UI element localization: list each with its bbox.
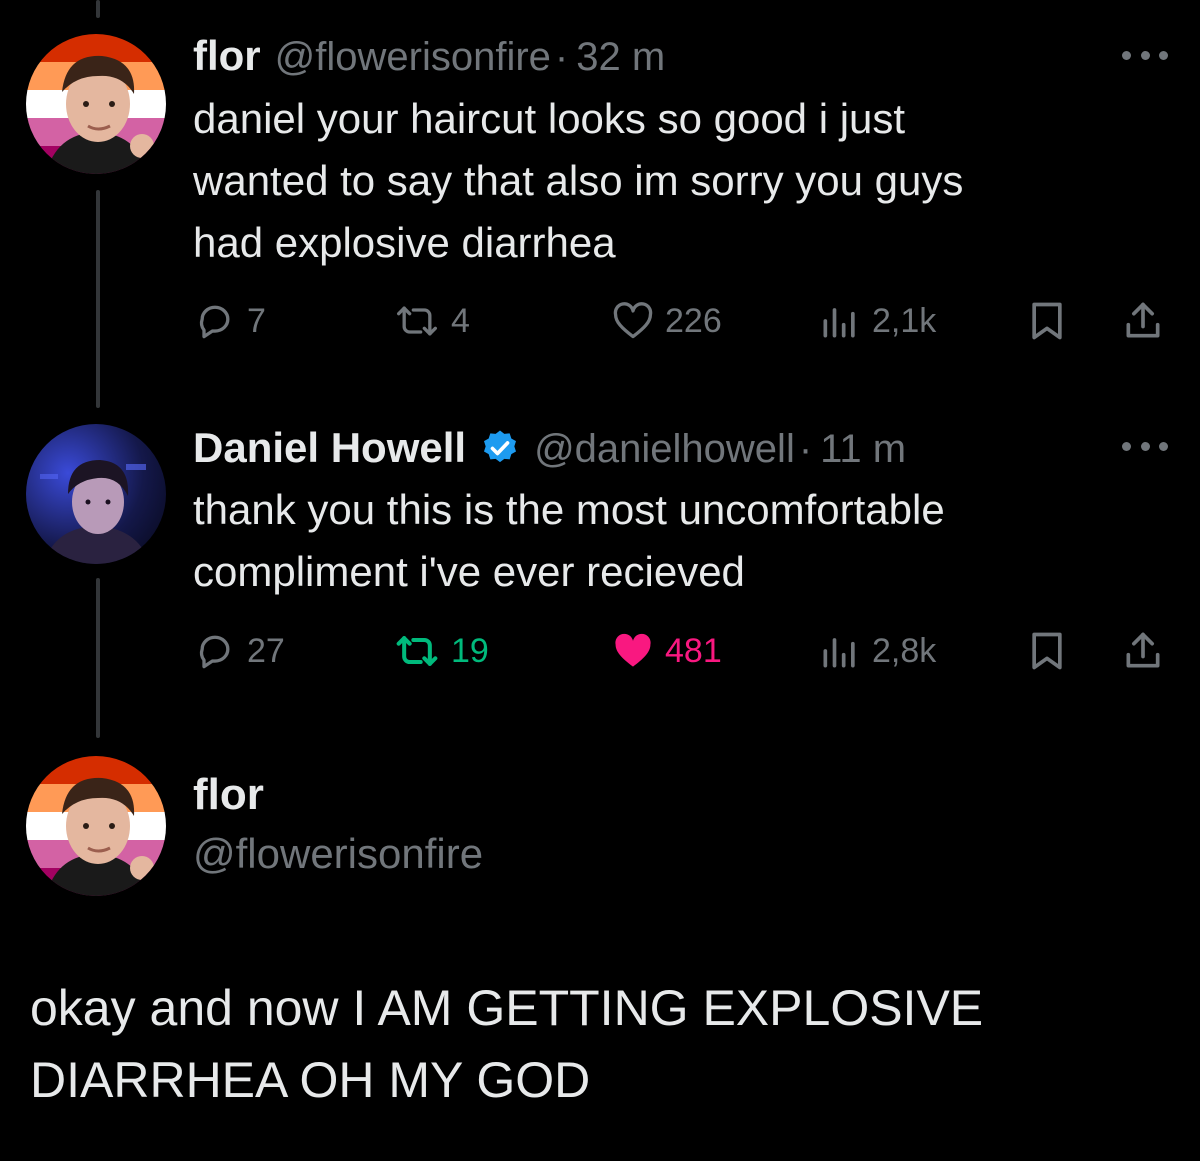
action-bar: 27 19 481 2,8k [193, 626, 1173, 676]
repost-icon [396, 636, 438, 666]
thread-line [96, 190, 100, 408]
timestamp[interactable]: 32 m [576, 35, 665, 80]
avatar[interactable] [26, 756, 166, 896]
tweet-text: daniel your haircut looks so good i just… [193, 88, 1153, 274]
bookmark-icon [1032, 632, 1062, 670]
bookmark-button[interactable] [1025, 626, 1079, 676]
like-button[interactable]: 226 [611, 296, 722, 346]
thread-line [96, 0, 100, 18]
timestamp[interactable]: 11 m [820, 427, 906, 472]
reply-count: 7 [247, 301, 266, 340]
views-icon [823, 638, 855, 668]
more-icon[interactable] [1122, 436, 1168, 456]
more-icon[interactable] [1122, 45, 1168, 65]
repost-button[interactable]: 19 [393, 626, 489, 676]
avatar[interactable] [26, 424, 166, 564]
avatar[interactable] [26, 34, 166, 174]
views-count: 2,1k [872, 301, 937, 340]
like-icon [615, 633, 651, 667]
repost-icon [397, 306, 437, 336]
like-button[interactable]: 481 [611, 626, 722, 676]
like-icon [613, 302, 653, 339]
author-handle[interactable]: @flowerisonfire [193, 830, 483, 878]
share-icon [1126, 632, 1160, 668]
author-name[interactable]: Daniel Howell [193, 424, 466, 472]
tweet-header: Daniel Howell @danielhowell · 11 m [193, 422, 906, 472]
repost-button[interactable]: 4 [393, 296, 470, 346]
tweet-header: flor @flowerisonfire · 32 m [193, 32, 665, 80]
action-bar: 7 4 226 2,1k [193, 296, 1173, 346]
share-button[interactable] [1121, 296, 1175, 346]
repost-count: 4 [451, 301, 470, 340]
tweet-text: thank you this is the most uncomfortable… [193, 479, 1153, 603]
author-handle[interactable]: @danielhowell [534, 427, 795, 472]
thread-line [96, 578, 100, 738]
share-icon [1126, 302, 1160, 338]
views-button[interactable]: 2,8k [818, 626, 936, 676]
author-name[interactable]: flor [193, 770, 264, 820]
bookmark-button[interactable] [1025, 296, 1079, 346]
bookmark-icon [1032, 302, 1062, 340]
repost-count: 19 [451, 631, 489, 670]
separator-dot: · [554, 35, 569, 79]
reply-count: 27 [247, 631, 285, 670]
share-button[interactable] [1121, 626, 1175, 676]
tweet-text-line: had explosive diarrhea [193, 219, 616, 266]
like-count: 226 [665, 301, 722, 340]
post-text: okay and now I AM GETTING EXPLOSIVE DIAR… [30, 972, 1170, 1116]
like-count: 481 [665, 631, 722, 670]
author-handle[interactable]: @flowerisonfire [275, 35, 551, 80]
author-name[interactable]: flor [193, 32, 261, 80]
reply-icon [199, 305, 230, 339]
post-text-line: okay and now I AM GETTING EXPLOSIVE [30, 980, 984, 1036]
tweet-text-line: thank you this is the most uncomfortable [193, 486, 945, 533]
views-button[interactable]: 2,1k [818, 296, 936, 346]
reply-button[interactable]: 7 [193, 296, 266, 346]
post-text-line: DIARRHEA OH MY GOD [30, 1052, 591, 1108]
reply-icon [199, 635, 230, 669]
views-icon [823, 308, 855, 338]
tweet-text-line: compliment i've ever recieved [193, 548, 745, 595]
separator-dot: · [798, 427, 813, 471]
tweet-text-line: wanted to say that also im sorry you guy… [193, 157, 964, 204]
reply-button[interactable]: 27 [193, 626, 285, 676]
views-count: 2,8k [872, 631, 937, 670]
verified-badge-icon [484, 430, 517, 463]
tweet-text-line: daniel your haircut looks so good i just [193, 95, 906, 142]
